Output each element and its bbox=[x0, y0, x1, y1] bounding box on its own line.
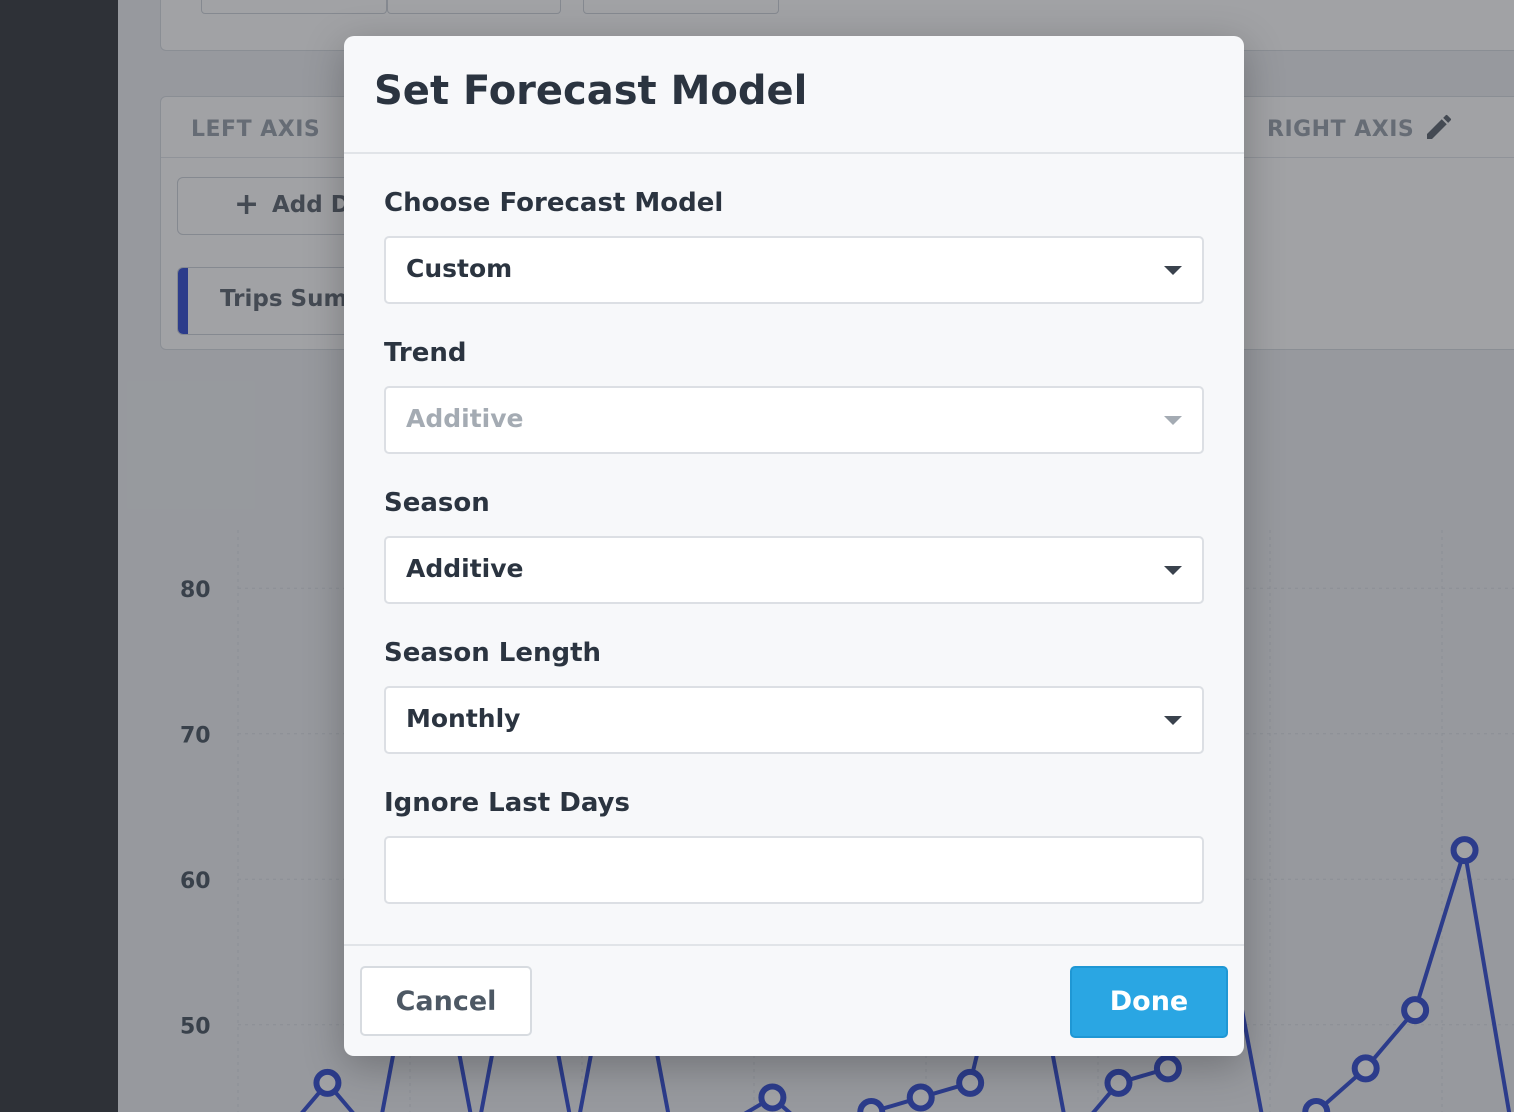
chevron-down-icon bbox=[1164, 266, 1182, 275]
dialog-footer: Cancel Done bbox=[344, 944, 1244, 1056]
chevron-down-icon bbox=[1164, 416, 1182, 425]
trend-select: Additive bbox=[384, 386, 1204, 454]
season-label: Season bbox=[384, 488, 490, 518]
forecast-model-select[interactable]: Custom bbox=[384, 236, 1204, 304]
trend-label: Trend bbox=[384, 338, 467, 368]
dialog-header: Set Forecast Model bbox=[344, 36, 1244, 154]
season-length-value: Monthly bbox=[406, 704, 521, 733]
ignore-last-days-label: Ignore Last Days bbox=[384, 788, 630, 818]
cancel-button-label: Cancel bbox=[395, 986, 497, 1017]
done-button[interactable]: Done bbox=[1070, 966, 1228, 1038]
done-button-label: Done bbox=[1109, 986, 1189, 1017]
forecast-model-value: Custom bbox=[406, 254, 513, 283]
chevron-down-icon bbox=[1164, 566, 1182, 575]
forecast-model-label: Choose Forecast Model bbox=[384, 188, 724, 218]
season-value: Additive bbox=[406, 554, 524, 583]
dialog-title: Set Forecast Model bbox=[374, 68, 808, 114]
season-select[interactable]: Additive bbox=[384, 536, 1204, 604]
forecast-model-dialog: Set Forecast Model Choose Forecast Model… bbox=[344, 36, 1244, 1056]
cancel-button[interactable]: Cancel bbox=[360, 966, 532, 1036]
season-length-select[interactable]: Monthly bbox=[384, 686, 1204, 754]
trend-value: Additive bbox=[406, 404, 524, 433]
ignore-last-days-input[interactable] bbox=[384, 836, 1204, 904]
chevron-down-icon bbox=[1164, 716, 1182, 725]
season-length-label: Season Length bbox=[384, 638, 602, 668]
